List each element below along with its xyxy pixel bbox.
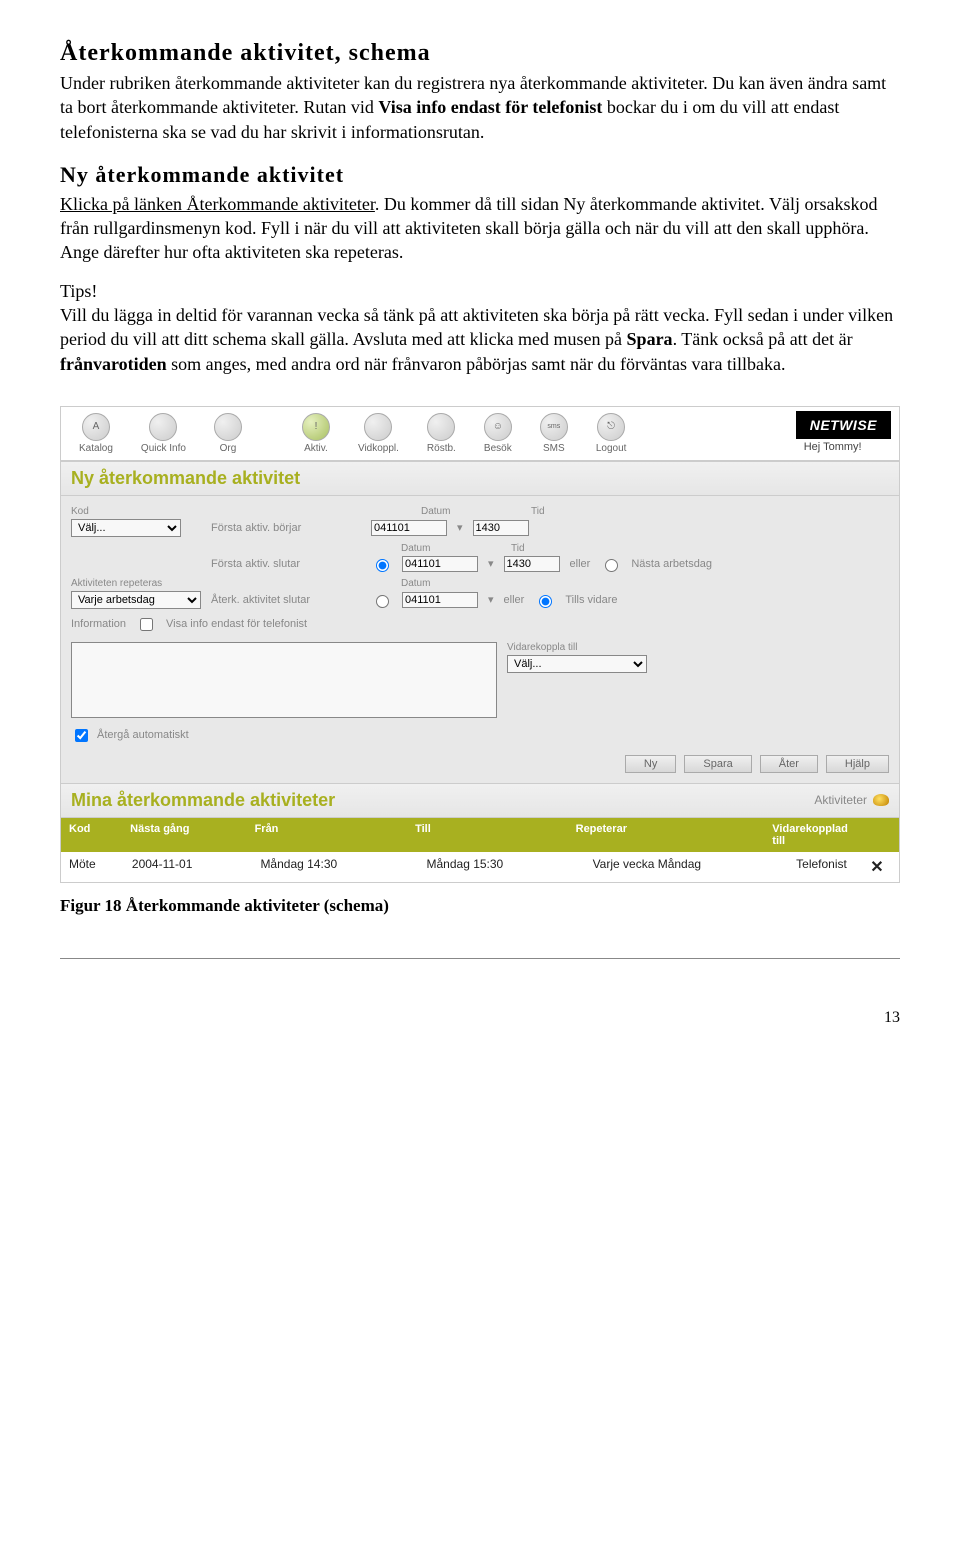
app-screenshot: A Katalog Quick Info Org ! Aktiv. Vidkop… — [60, 406, 900, 883]
cell-kod: Möte — [61, 852, 124, 882]
footer-divider — [60, 958, 900, 959]
tips-paragraph: Tips! Vill du lägga in deltid för varann… — [60, 279, 900, 376]
ater-button[interactable]: Åter — [760, 755, 818, 773]
visa-info-checkbox[interactable] — [140, 618, 153, 631]
th-vk: Vidarekopplad till — [764, 818, 856, 852]
table-header-row: Kod Nästa gång Från Till Repeterar Vidar… — [61, 818, 899, 852]
tips-label: Tips! — [60, 281, 97, 301]
delete-row-icon[interactable]: ✕ — [855, 852, 899, 882]
form-body: Kod Datum Tid Välj... Första aktiv. börj… — [61, 496, 899, 783]
cell-fran: Måndag 14:30 — [252, 852, 418, 882]
toolbar-quickinfo[interactable]: Quick Info — [131, 411, 196, 456]
toolbar-vidkoppl[interactable]: Vidkoppl. — [348, 411, 409, 456]
ny-button[interactable]: Ny — [625, 755, 676, 773]
recurring-end-label: Återk. aktivitet slutar — [211, 594, 361, 606]
heading-1: Återkommande aktivitet, schema — [60, 40, 900, 67]
toolbar-logout[interactable]: ⎋ Logout — [586, 411, 637, 456]
date-dropdown-icon[interactable]: ▾ — [457, 521, 463, 534]
cell-rep: Varje vecka Måndag — [585, 852, 789, 882]
th-nasta: Nästa gång — [122, 818, 246, 852]
hjalp-button[interactable]: Hjälp — [826, 755, 889, 773]
information-textarea[interactable] — [71, 642, 497, 718]
recurring-end-date-radio[interactable] — [371, 592, 392, 608]
toolbar-aktiv[interactable]: ! Aktiv. — [292, 411, 340, 456]
aktiv-icon: ! — [302, 413, 330, 441]
body-paragraph: Klicka på länken Återkommande aktivitete… — [60, 192, 900, 265]
eller-label: eller — [570, 558, 591, 570]
end-time-input[interactable] — [504, 556, 560, 572]
logout-icon: ⎋ — [597, 413, 625, 441]
th-kod: Kod — [61, 818, 122, 852]
vidkoppl-icon — [364, 413, 392, 441]
aterga-checkbox[interactable] — [75, 729, 88, 742]
cell-nasta: 2004-11-01 — [124, 852, 253, 882]
kod-select[interactable]: Välj... — [71, 519, 181, 537]
form-title: Ny återkommande aktivitet — [71, 468, 300, 489]
repeat-column-label: Aktiviteten repeteras — [71, 578, 371, 589]
toolbar-katalog[interactable]: A Katalog — [69, 411, 123, 456]
until-further-radio[interactable] — [534, 592, 555, 608]
form-section-header: Ny återkommande aktivitet — [61, 461, 899, 496]
spara-button[interactable]: Spara — [684, 755, 751, 773]
th-fran: Från — [247, 818, 408, 852]
toolbar-org[interactable]: Org — [204, 411, 252, 456]
th-rep: Repeterar — [568, 818, 765, 852]
date-dropdown-icon[interactable]: ▾ — [488, 557, 494, 570]
information-label: Information — [71, 618, 126, 630]
toolbar-sms[interactable]: sms SMS — [530, 411, 578, 456]
besok-icon: ☺ — [484, 413, 512, 441]
datum-column-label: Datum — [421, 506, 501, 517]
rostb-icon — [427, 413, 455, 441]
next-workday-radio[interactable] — [600, 556, 621, 572]
repeat-select[interactable]: Varje arbetsdag — [71, 591, 201, 609]
figure-caption: Figur 18 Återkommande aktiviteter (schem… — [60, 895, 900, 918]
activities-icon — [873, 794, 889, 806]
aterga-label: Återgå automatiskt — [97, 729, 189, 741]
next-workday-label: Nästa arbetsdag — [631, 558, 712, 570]
until-further-label: Tills vidare — [565, 594, 617, 606]
heading-2: Ny återkommande aktivitet — [60, 162, 900, 188]
toolbar: A Katalog Quick Info Org ! Aktiv. Vidkop… — [61, 407, 899, 461]
recurring-end-date-input[interactable] — [402, 592, 478, 608]
org-icon — [214, 413, 242, 441]
greeting-text: Hej Tommy! — [796, 439, 891, 455]
first-end-label: Första aktiv. slutar — [211, 558, 361, 570]
cell-vk: Telefonist — [788, 852, 855, 882]
eller-label-2: eller — [504, 594, 525, 606]
start-time-input[interactable] — [473, 520, 529, 536]
th-till: Till — [407, 818, 568, 852]
intro-paragraph: Under rubriken återkommande aktiviteter … — [60, 71, 900, 144]
sms-icon: sms — [540, 413, 568, 441]
netwise-logo: NETWISE — [796, 411, 891, 439]
list-section-header: Mina återkommande aktiviteter Aktivitete… — [61, 783, 899, 818]
vidarekoppla-label: Vidarekoppla till — [507, 642, 647, 653]
cell-till: Måndag 15:30 — [419, 852, 585, 882]
toolbar-rostb[interactable]: Röstb. — [417, 411, 466, 456]
toolbar-besok[interactable]: ☺ Besök — [474, 411, 522, 456]
vidarekoppla-select[interactable]: Välj... — [507, 655, 647, 673]
kod-column-label: Kod — [71, 506, 201, 517]
aktiviteter-link[interactable]: Aktiviteter — [814, 793, 867, 807]
tid-column-label: Tid — [531, 506, 545, 517]
datum-column-label-2: Datum — [401, 543, 481, 554]
date-dropdown-icon[interactable]: ▾ — [488, 593, 494, 606]
end-date-radio[interactable] — [371, 556, 392, 572]
catalog-icon: A — [82, 413, 110, 441]
datum-column-label-3: Datum — [401, 578, 430, 589]
first-start-label: Första aktiv. börjar — [211, 522, 361, 534]
table-row[interactable]: Möte 2004-11-01 Måndag 14:30 Måndag 15:3… — [61, 852, 899, 882]
tid-column-label-2: Tid — [511, 543, 525, 554]
list-title: Mina återkommande aktiviteter — [71, 790, 335, 811]
page-number: 13 — [60, 1009, 900, 1027]
visa-info-label: Visa info endast för telefonist — [166, 618, 307, 630]
quickinfo-icon — [149, 413, 177, 441]
start-date-input[interactable] — [371, 520, 447, 536]
end-date-input[interactable] — [402, 556, 478, 572]
